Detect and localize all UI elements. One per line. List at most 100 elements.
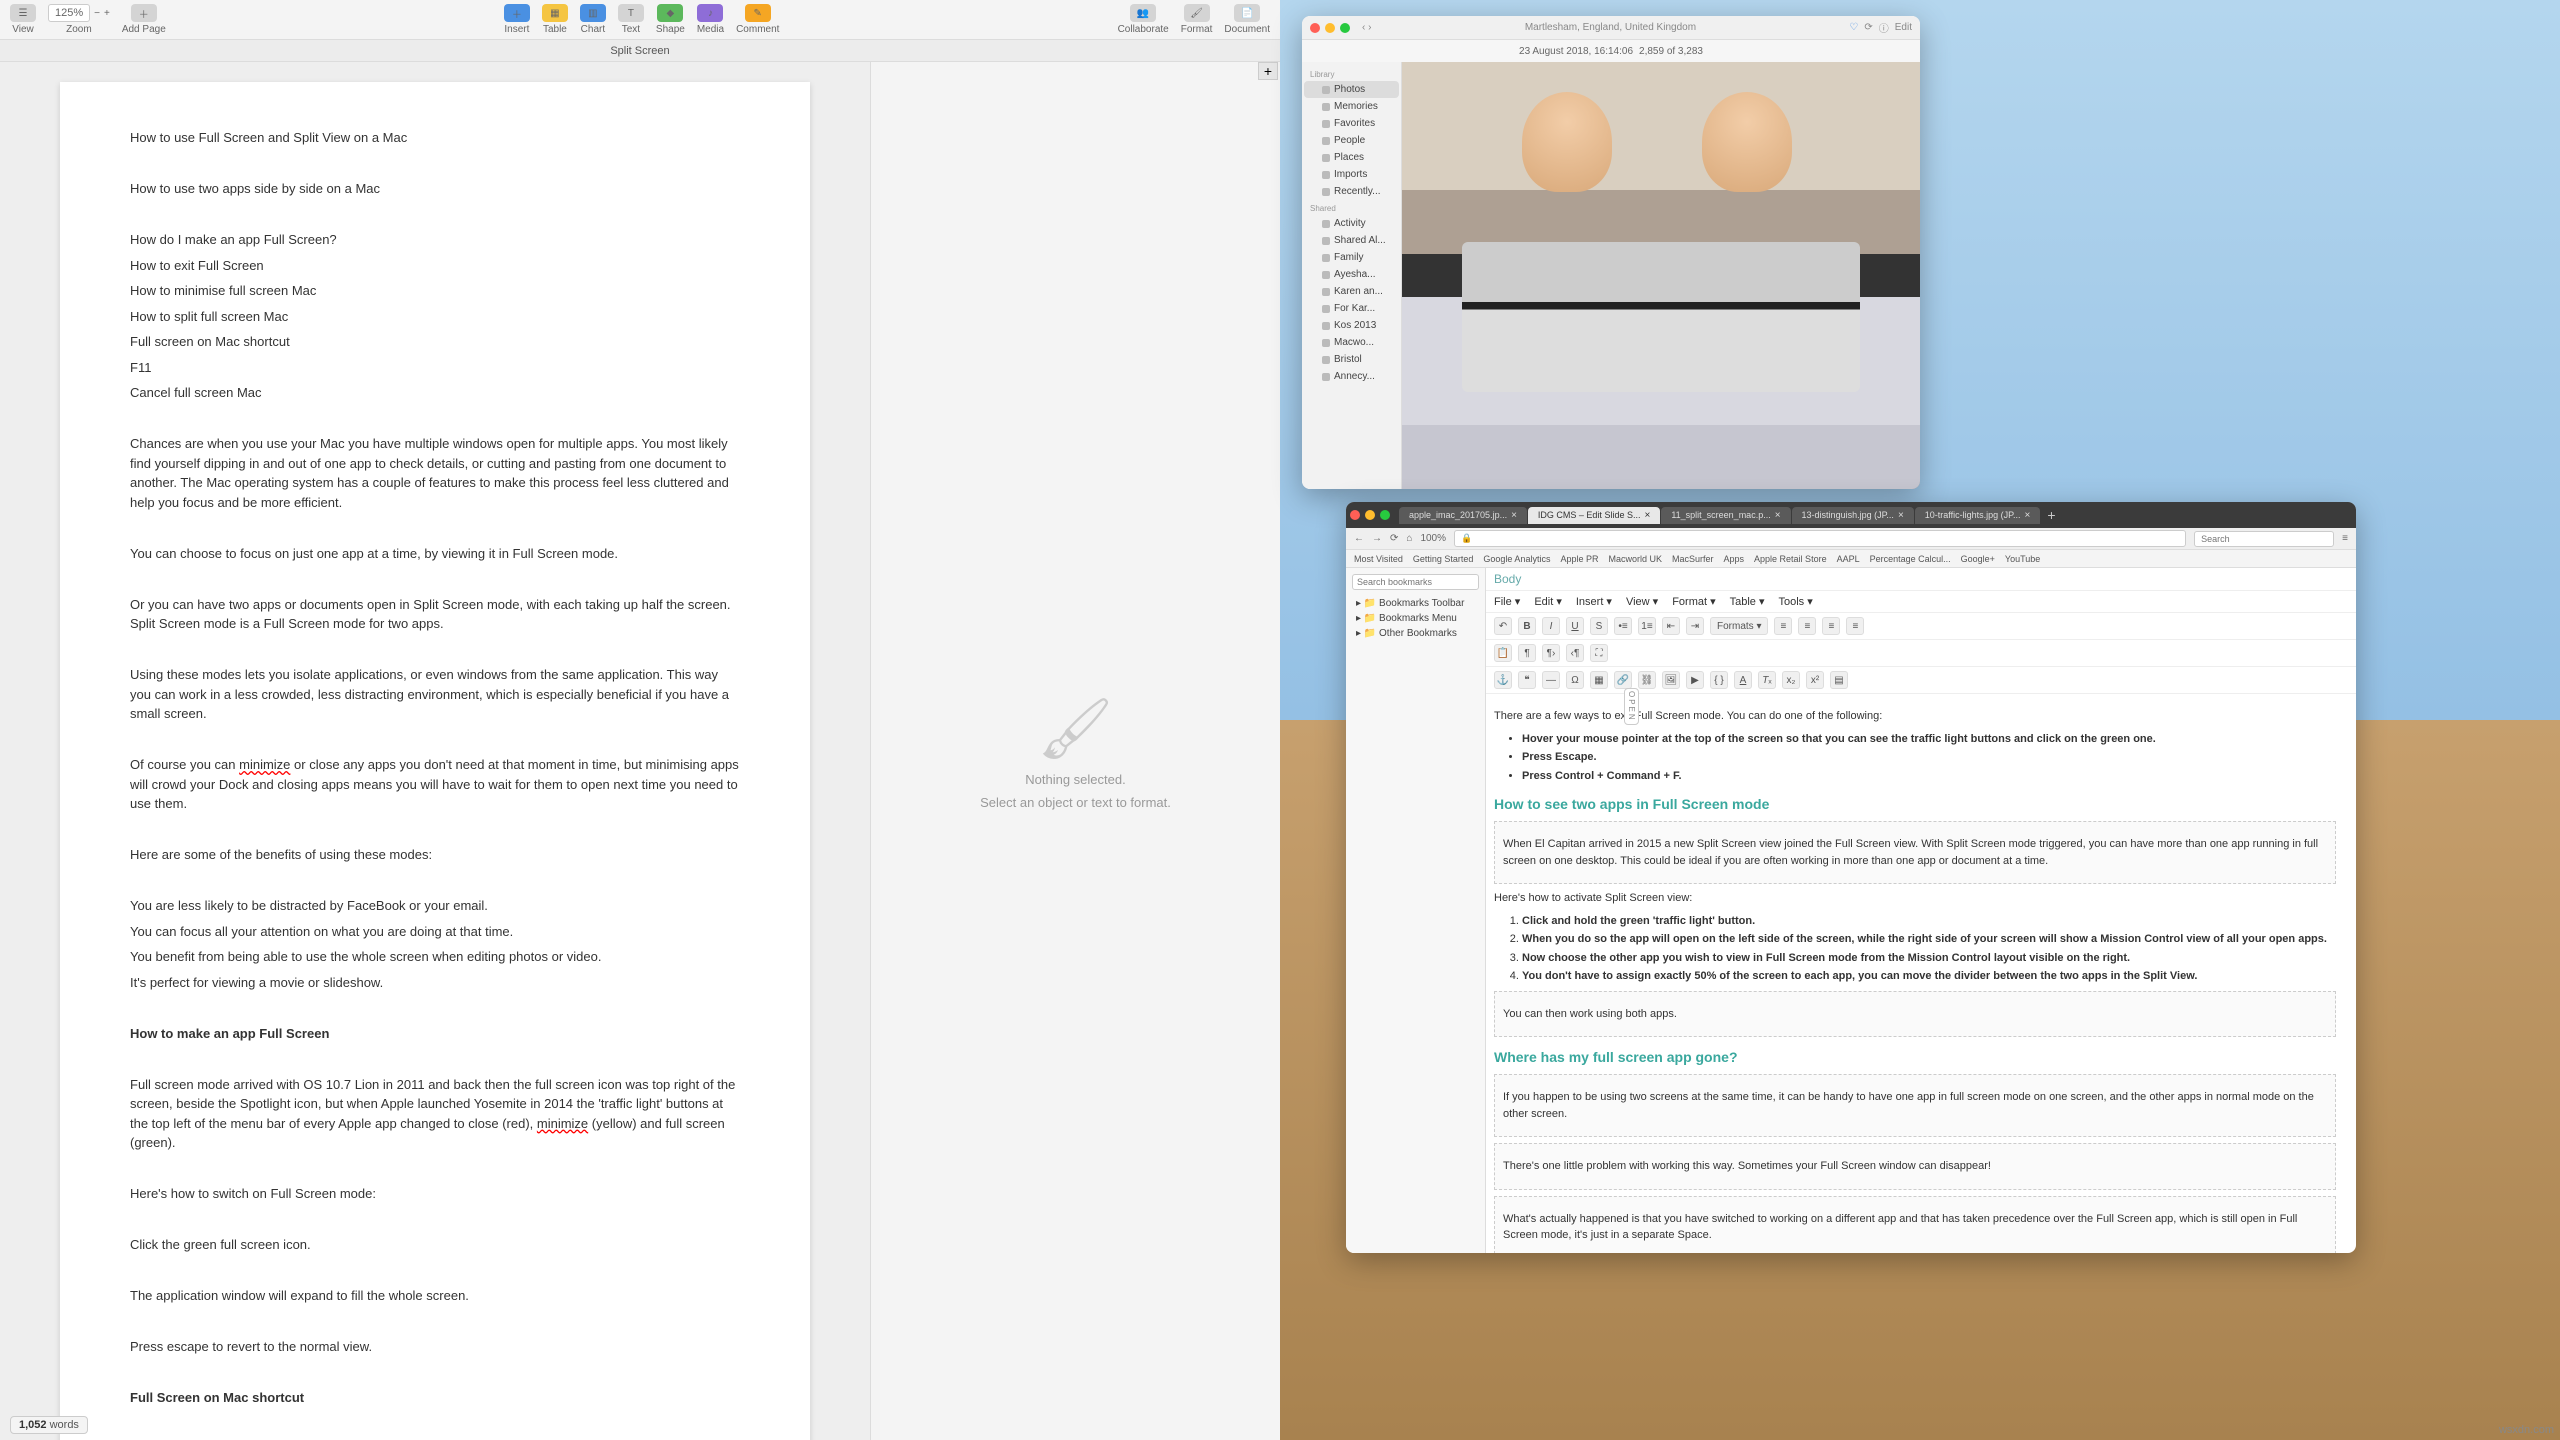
zoom-control[interactable]: 125%−+ Zoom (48, 4, 110, 35)
formats-dropdown[interactable]: Formats ▾ (1710, 617, 1768, 635)
insert-button[interactable]: ＋Insert (504, 4, 530, 35)
bookmark-folder[interactable]: ▸ 📁 Other Bookmarks (1352, 626, 1479, 641)
new-tab-button[interactable]: + (2047, 507, 2055, 523)
sup-icon[interactable]: x² (1806, 671, 1824, 689)
sidebar-memories[interactable]: Memories (1304, 98, 1399, 115)
indent-icon[interactable]: ⇥ (1686, 617, 1704, 635)
bookmark-link[interactable]: Apps (1724, 554, 1745, 564)
sidebar-places[interactable]: Places (1304, 149, 1399, 166)
chart-button[interactable]: ▥Chart (580, 4, 606, 35)
hr-icon[interactable]: — (1542, 671, 1560, 689)
align-right-icon[interactable]: ≡ (1822, 617, 1840, 635)
add-tab-button[interactable]: + (1258, 62, 1278, 80)
omega-icon[interactable]: Ω (1566, 671, 1584, 689)
document-button[interactable]: 📄Document (1224, 4, 1270, 35)
menu-insert[interactable]: Insert ▾ (1576, 595, 1612, 608)
info-icon[interactable]: ⓘ (1879, 20, 1889, 35)
album-macwo[interactable]: Macwo... (1304, 334, 1399, 351)
comment-button[interactable]: ✎Comment (736, 4, 779, 35)
firefox-window[interactable]: apple_imac_201705.jp...× IDG CMS – Edit … (1346, 502, 2356, 1253)
close-icon[interactable] (1350, 510, 1360, 520)
zoom-level[interactable]: 100% (1420, 533, 1446, 544)
menu-tools[interactable]: Tools ▾ (1778, 595, 1812, 608)
sidebar-shared-albums[interactable]: Shared Al... (1304, 232, 1399, 249)
undo-icon[interactable]: ↶ (1494, 617, 1512, 635)
window-controls[interactable] (1350, 510, 1390, 520)
source-icon[interactable]: ▤ (1830, 671, 1848, 689)
forward-button[interactable]: → (1372, 533, 1382, 544)
code-icon[interactable]: { } (1710, 671, 1728, 689)
link-icon[interactable]: 🔗 (1614, 671, 1632, 689)
bookmark-folder[interactable]: ▸ 📁 Bookmarks Menu (1352, 611, 1479, 626)
bookmark-link[interactable]: Google+ (1961, 554, 1995, 564)
photos-app-window[interactable]: ‹ › Martlesham, England, United Kingdom … (1302, 16, 1920, 489)
sidebar-activity[interactable]: Activity (1304, 215, 1399, 232)
align-justify-icon[interactable]: ≡ (1846, 617, 1864, 635)
close-tab-icon[interactable]: × (1644, 510, 1650, 521)
menu-edit[interactable]: Edit ▾ (1534, 595, 1562, 608)
menu-table[interactable]: Table ▾ (1730, 595, 1765, 608)
heart-icon[interactable]: ♡ (1849, 22, 1858, 33)
word-count[interactable]: 1,052 words (10, 1416, 88, 1434)
document-title-tab[interactable]: Split Screen (0, 40, 1280, 62)
minimize-icon[interactable] (1365, 510, 1375, 520)
sidebar-photos[interactable]: Photos (1304, 81, 1399, 98)
sub-icon[interactable]: x₂ (1782, 671, 1800, 689)
sidebar-recently[interactable]: Recently... (1304, 183, 1399, 200)
media-icon[interactable]: ▶ (1686, 671, 1704, 689)
browser-tab[interactable]: 13-distinguish.jpg (JP...× (1792, 507, 1914, 524)
close-tab-icon[interactable]: × (1775, 510, 1781, 521)
album-karen[interactable]: Karen an... (1304, 283, 1399, 300)
unlink-icon[interactable]: ⛓ (1638, 671, 1656, 689)
document-canvas[interactable]: How to use Full Screen and Split View on… (0, 62, 870, 1440)
align-left-icon[interactable]: ≡ (1774, 617, 1792, 635)
browser-tab[interactable]: apple_imac_201705.jp...× (1399, 507, 1527, 524)
search-input[interactable] (2194, 531, 2334, 547)
cms-open-handle[interactable]: OPEN (1624, 688, 1639, 725)
pilcrow-icon[interactable]: ¶ (1518, 644, 1536, 662)
fullscreen-icon[interactable] (1340, 23, 1350, 33)
bookmark-link[interactable]: Google Analytics (1483, 554, 1550, 564)
bookmark-link[interactable]: YouTube (2005, 554, 2040, 564)
text-button[interactable]: TText (618, 4, 644, 35)
close-tab-icon[interactable]: × (1898, 510, 1904, 521)
sidebar-imports[interactable]: Imports (1304, 166, 1399, 183)
paste-icon[interactable]: 📋 (1494, 644, 1512, 662)
format-button[interactable]: 🖌Format (1181, 4, 1213, 35)
rtl-icon[interactable]: ‹¶ (1566, 644, 1584, 662)
bookmarks-search[interactable] (1352, 574, 1479, 590)
album-annecy[interactable]: Annecy... (1304, 368, 1399, 385)
numbers-icon[interactable]: 1≡ (1638, 617, 1656, 635)
image-icon[interactable]: 🖼 (1662, 671, 1680, 689)
table-button[interactable]: ▦Table (542, 4, 568, 35)
album-kos[interactable]: Kos 2013 (1304, 317, 1399, 334)
menu-file[interactable]: File ▾ (1494, 595, 1520, 608)
browser-tab[interactable]: 10-traffic-lights.jpg (JP...× (1915, 507, 2041, 524)
back-button[interactable]: ← (1354, 533, 1364, 544)
bold-icon[interactable]: B (1518, 617, 1536, 635)
cms-breadcrumb[interactable]: Body (1486, 568, 2356, 591)
menu-icon[interactable]: ≡ (2342, 533, 2348, 544)
bookmark-link[interactable]: Macworld UK (1608, 554, 1662, 564)
collaborate-button[interactable]: 👥Collaborate (1118, 4, 1169, 35)
cms-content-area[interactable]: There are a few ways to exit Full Screen… (1486, 694, 2356, 1253)
sidebar-favorites[interactable]: Favorites (1304, 115, 1399, 132)
bullets-icon[interactable]: •≡ (1614, 617, 1632, 635)
rotate-icon[interactable]: ⟳ (1864, 22, 1872, 33)
reload-button[interactable]: ⟳ (1390, 533, 1398, 544)
italic-icon[interactable]: I (1542, 617, 1560, 635)
minimize-icon[interactable] (1325, 23, 1335, 33)
album-ayesha[interactable]: Ayesha... (1304, 266, 1399, 283)
browser-tab[interactable]: IDG CMS – Edit Slide S...× (1528, 507, 1660, 524)
photo-viewer[interactable] (1402, 62, 1920, 489)
view-dropdown[interactable]: ☰View (10, 4, 36, 35)
close-icon[interactable] (1310, 23, 1320, 33)
sidebar-people[interactable]: People (1304, 132, 1399, 149)
home-button[interactable]: ⌂ (1406, 533, 1412, 544)
table-icon[interactable]: ▦ (1590, 671, 1608, 689)
bookmark-link[interactable]: Percentage Calcul... (1870, 554, 1951, 564)
strike-icon[interactable]: S (1590, 617, 1608, 635)
bookmark-link[interactable]: AAPL (1837, 554, 1860, 564)
clear-format-icon[interactable]: Tₓ (1758, 671, 1776, 689)
shape-button[interactable]: ◆Shape (656, 4, 685, 35)
